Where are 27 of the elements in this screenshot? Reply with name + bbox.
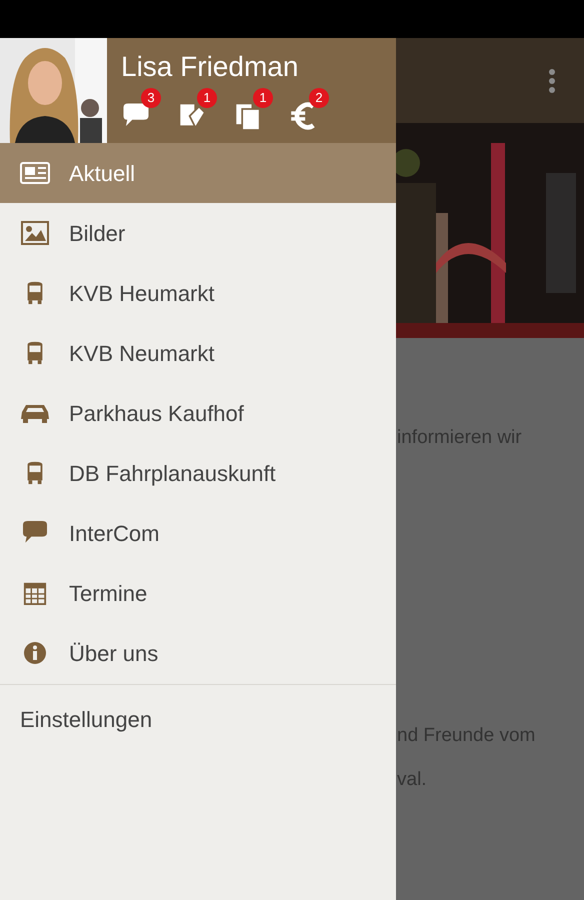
menu-item-label: Termine [69, 580, 148, 608]
menu-item-label: Über uns [69, 640, 158, 668]
image-icon [20, 221, 50, 245]
menu-item[interactable]: KVB Neumarkt [0, 323, 396, 383]
menu-item[interactable]: Über uns [0, 623, 396, 683]
count-badge: 2 [309, 88, 329, 108]
menu-item[interactable]: Termine [0, 563, 396, 623]
menu-item-label: KVB Neumarkt [69, 340, 214, 368]
menu-item[interactable]: DB Fahrplanauskunft [0, 443, 396, 503]
menu-item[interactable]: Parkhaus Kaufhof [0, 383, 396, 443]
menu-item-label: KVB Heumarkt [69, 280, 214, 308]
user-name: Lisa Friedman [121, 50, 300, 84]
menu-item[interactable]: KVB Heumarkt [0, 263, 396, 323]
settings-item[interactable]: Einstellungen [0, 685, 396, 753]
menu-item[interactable]: InterCom [0, 503, 396, 563]
menu-item[interactable]: Bilder [0, 203, 396, 263]
more-options-icon[interactable] [548, 68, 556, 94]
count-badge: 3 [141, 88, 161, 108]
menu-item-label: InterCom [69, 520, 160, 548]
menu-item[interactable]: Aktuell [0, 143, 396, 203]
menu-item-label: Parkhaus Kaufhof [69, 400, 244, 428]
menu-item-label: Aktuell [69, 160, 136, 188]
count-badge: 1 [253, 88, 273, 108]
menu-item-label: Bilder [69, 220, 126, 248]
newspaper-icon [20, 161, 50, 185]
menu-item-label: DB Fahrplanauskunft [69, 460, 276, 488]
count-badge: 1 [197, 88, 217, 108]
